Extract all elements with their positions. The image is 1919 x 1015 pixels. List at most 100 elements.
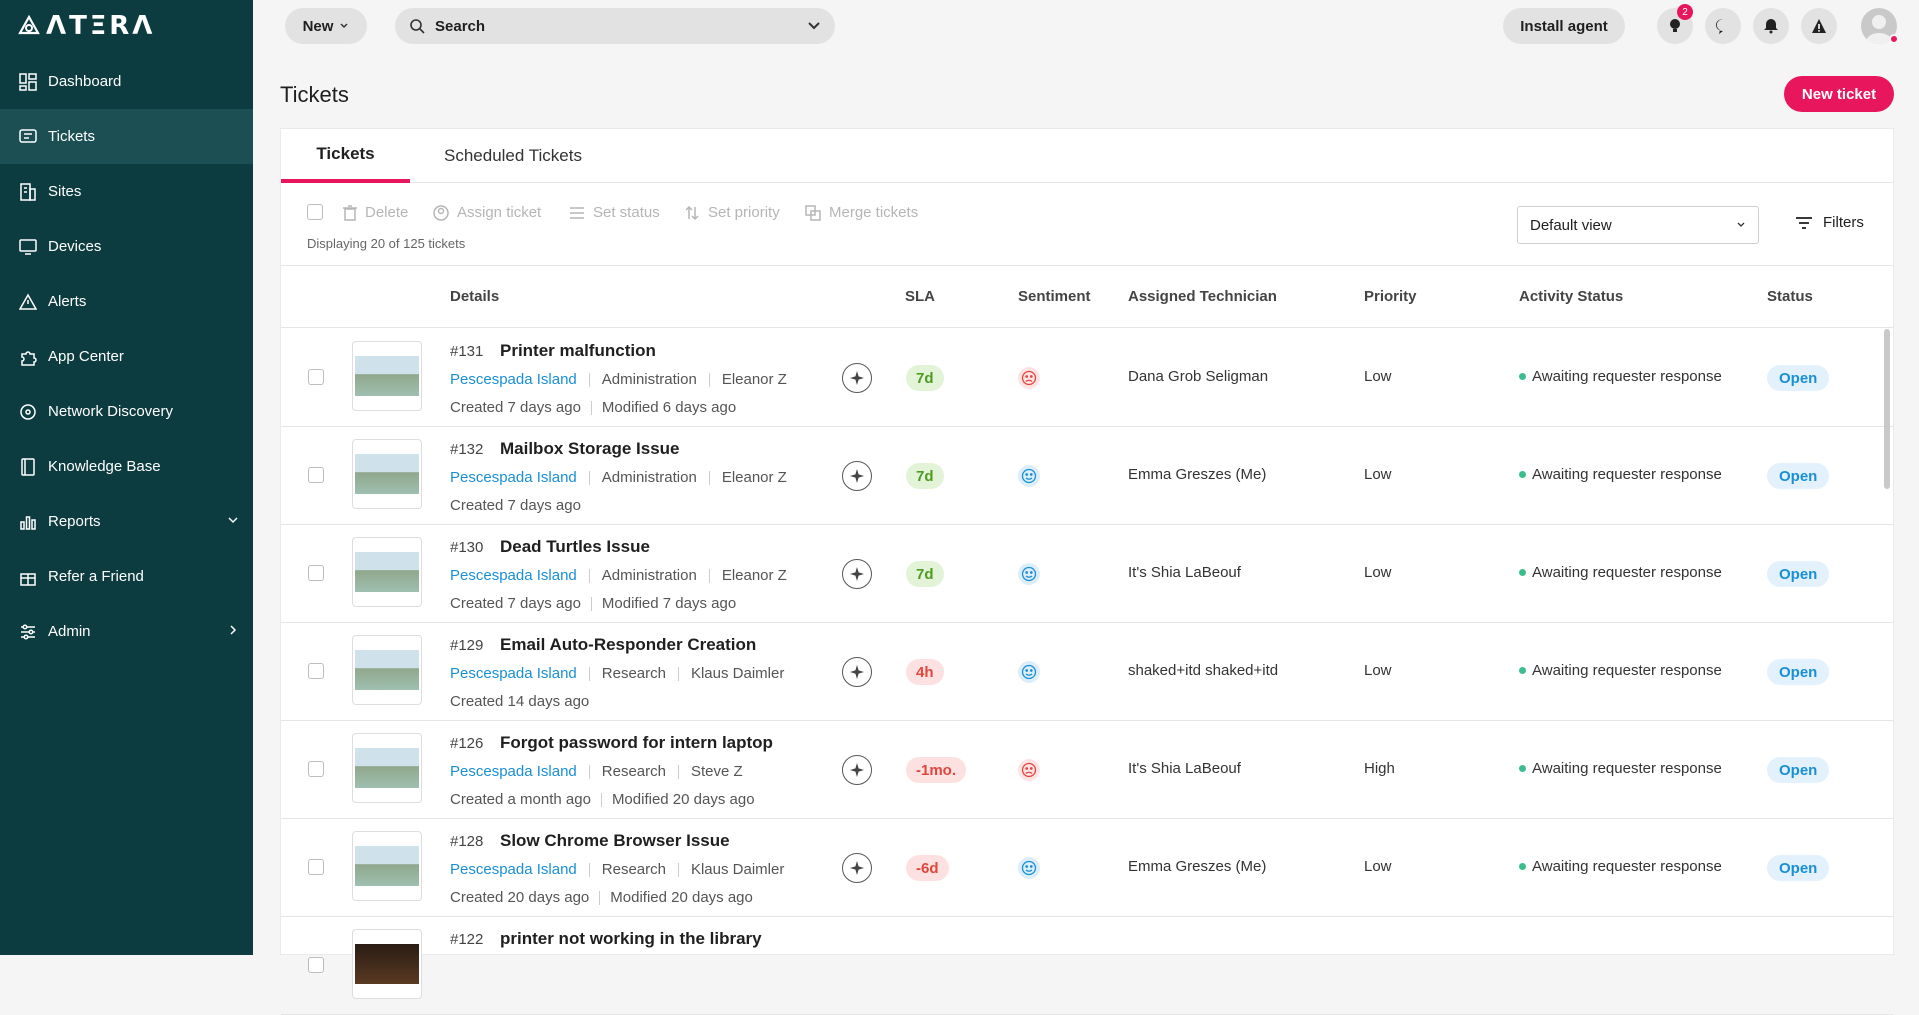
new-ticket-button[interactable]: New ticket bbox=[1784, 76, 1894, 112]
ticket-meta: Pescespada Island Administration Eleanor Z bbox=[450, 469, 787, 486]
row-checkbox[interactable] bbox=[308, 565, 324, 581]
search-input[interactable]: Search bbox=[395, 8, 835, 44]
sidebar-item-alerts[interactable]: Alerts bbox=[0, 274, 253, 329]
table-row[interactable]: #128 Slow Chrome Browser Issue Pescespada … bbox=[281, 819, 1893, 917]
ticket-title[interactable]: printer not working in the library bbox=[500, 929, 762, 949]
ticket-title[interactable]: Forgot password for intern laptop bbox=[500, 733, 773, 753]
row-checkbox[interactable] bbox=[308, 663, 324, 679]
table-header: Details SLA Sentiment Assigned Technicia… bbox=[281, 266, 1893, 328]
logo[interactable]: ΛΤΞRΛ bbox=[0, 0, 253, 52]
column-assigned-technician[interactable]: Assigned Technician bbox=[1128, 288, 1277, 305]
ai-sparkle-button[interactable] bbox=[842, 853, 872, 883]
ai-sparkle-button[interactable] bbox=[842, 657, 872, 687]
sla-badge: 7d bbox=[906, 365, 944, 391]
status-badge[interactable]: Open bbox=[1767, 463, 1830, 489]
status-badge[interactable]: Open bbox=[1767, 561, 1830, 587]
status-badge[interactable]: Open bbox=[1767, 365, 1830, 391]
site-link[interactable]: Pescespada Island bbox=[450, 567, 577, 584]
lightbulb-button[interactable]: 2 bbox=[1657, 4, 1693, 44]
site-link[interactable]: Pescespada Island bbox=[450, 469, 577, 486]
displaying-count: Displaying 20 of 125 tickets bbox=[307, 236, 466, 251]
sidebar-item-label: Devices bbox=[48, 238, 102, 255]
bulk-toolbar: Delete Assign ticket Set status Set prio… bbox=[281, 184, 1893, 266]
checkbox[interactable] bbox=[307, 204, 323, 220]
status-badge[interactable]: Open bbox=[1767, 855, 1830, 881]
ticket-title[interactable]: Slow Chrome Browser Issue bbox=[500, 831, 730, 851]
sidebar-item-admin[interactable]: Admin bbox=[0, 604, 253, 659]
install-agent-button[interactable]: Install agent bbox=[1503, 8, 1625, 44]
site-link[interactable]: Pescespada Island bbox=[450, 371, 577, 388]
sidebar-item-devices[interactable]: Devices bbox=[0, 219, 253, 274]
row-checkbox[interactable] bbox=[308, 369, 324, 385]
column-priority[interactable]: Priority bbox=[1364, 288, 1417, 305]
sidebar-item-tickets[interactable]: Tickets bbox=[0, 109, 253, 164]
created-date: Created 14 days ago bbox=[450, 693, 590, 710]
row-checkbox[interactable] bbox=[308, 957, 324, 973]
sidebar-item-dashboard[interactable]: Dashboard bbox=[0, 54, 253, 109]
table-row[interactable]: #130 Dead Turtles Issue Pescespada Island A… bbox=[281, 525, 1893, 623]
ticket-title[interactable]: Dead Turtles Issue bbox=[500, 537, 650, 557]
status-badge[interactable]: Open bbox=[1767, 757, 1830, 783]
site-link[interactable]: Pescespada Island bbox=[450, 763, 577, 780]
view-select[interactable]: Default view bbox=[1517, 206, 1759, 244]
bell-icon bbox=[1764, 19, 1778, 34]
column-activity-status[interactable]: Activity Status bbox=[1519, 288, 1623, 305]
tab-tickets[interactable]: Tickets bbox=[281, 129, 410, 183]
sidebar-item-knowledge-base[interactable]: Knowledge Base bbox=[0, 439, 253, 494]
sla-badge: 7d bbox=[906, 561, 944, 587]
chevron-down-icon[interactable] bbox=[807, 19, 821, 33]
ai-sparkle-button[interactable] bbox=[842, 363, 872, 393]
set-status-label: Set status bbox=[593, 204, 660, 221]
sentiment-indicator bbox=[1018, 465, 1040, 487]
row-checkbox[interactable] bbox=[308, 859, 324, 875]
scrollbar[interactable] bbox=[1884, 329, 1890, 489]
table-row[interactable]: #131 Printer malfunction Pescespada Island… bbox=[281, 329, 1893, 427]
bell-button[interactable] bbox=[1753, 8, 1789, 44]
priority: Low bbox=[1364, 466, 1392, 483]
row-checkbox[interactable] bbox=[308, 761, 324, 777]
column-details[interactable]: Details bbox=[450, 288, 499, 305]
chevron-down-icon[interactable] bbox=[227, 513, 239, 530]
site-link[interactable]: Pescespada Island bbox=[450, 665, 577, 682]
ai-sparkle-button[interactable] bbox=[842, 755, 872, 785]
sidebar-item-sites[interactable]: Sites bbox=[0, 164, 253, 219]
ticket-title[interactable]: Mailbox Storage Issue bbox=[500, 439, 680, 459]
select-all-checkbox[interactable] bbox=[307, 204, 323, 220]
department: Administration bbox=[601, 567, 697, 584]
chat-button[interactable] bbox=[1705, 8, 1741, 44]
assign-ticket-button[interactable]: Assign ticket bbox=[433, 204, 541, 221]
chevron-right-icon[interactable] bbox=[227, 623, 239, 640]
activity-status: Awaiting requester response bbox=[1519, 368, 1722, 385]
divider bbox=[588, 862, 590, 877]
row-checkbox[interactable] bbox=[308, 467, 324, 483]
table-row[interactable]: #129 Email Auto-Responder Creation Pescesp… bbox=[281, 623, 1893, 721]
ai-sparkle-button[interactable] bbox=[842, 559, 872, 589]
table-row[interactable]: #132 Mailbox Storage Issue Pescespada Isla… bbox=[281, 427, 1893, 525]
sidebar-item-refer-a-friend[interactable]: Refer a Friend bbox=[0, 549, 253, 604]
table-row[interactable]: #122 printer not working in the library bbox=[281, 917, 1893, 1015]
ticket-title[interactable]: Printer malfunction bbox=[500, 341, 656, 361]
tab-scheduled-tickets[interactable]: Scheduled Tickets bbox=[444, 129, 582, 183]
column-sla[interactable]: SLA bbox=[905, 288, 935, 305]
filters-button[interactable]: Filters bbox=[1795, 214, 1864, 231]
ai-sparkle-button[interactable] bbox=[842, 461, 872, 491]
status-badge[interactable]: Open bbox=[1767, 659, 1830, 685]
merge-tickets-button[interactable]: Merge tickets bbox=[805, 204, 918, 221]
table-row[interactable]: #126 Forgot password for intern laptop Pes… bbox=[281, 721, 1893, 819]
created-date: Created 7 days ago bbox=[450, 595, 581, 612]
sidebar-item-app-center[interactable]: App Center bbox=[0, 329, 253, 384]
column-sentiment[interactable]: Sentiment bbox=[1018, 288, 1091, 305]
activity-label: Awaiting requester response bbox=[1532, 466, 1722, 483]
ticket-title[interactable]: Email Auto-Responder Creation bbox=[500, 635, 756, 655]
site-link[interactable]: Pescespada Island bbox=[450, 861, 577, 878]
set-priority-button[interactable]: Set priority bbox=[684, 204, 780, 221]
assign-label: Assign ticket bbox=[457, 204, 542, 221]
column-status[interactable]: Status bbox=[1767, 288, 1813, 305]
sidebar-item-reports[interactable]: Reports bbox=[0, 494, 253, 549]
delete-button[interactable]: Delete bbox=[343, 204, 408, 221]
set-status-button[interactable]: Set status bbox=[569, 204, 660, 221]
new-button[interactable]: New bbox=[285, 8, 367, 44]
ticket-meta: Pescespada Island Research Klaus Daimler bbox=[450, 861, 784, 878]
alert-button[interactable] bbox=[1801, 8, 1837, 44]
sidebar-item-network-discovery[interactable]: Network Discovery bbox=[0, 384, 253, 439]
